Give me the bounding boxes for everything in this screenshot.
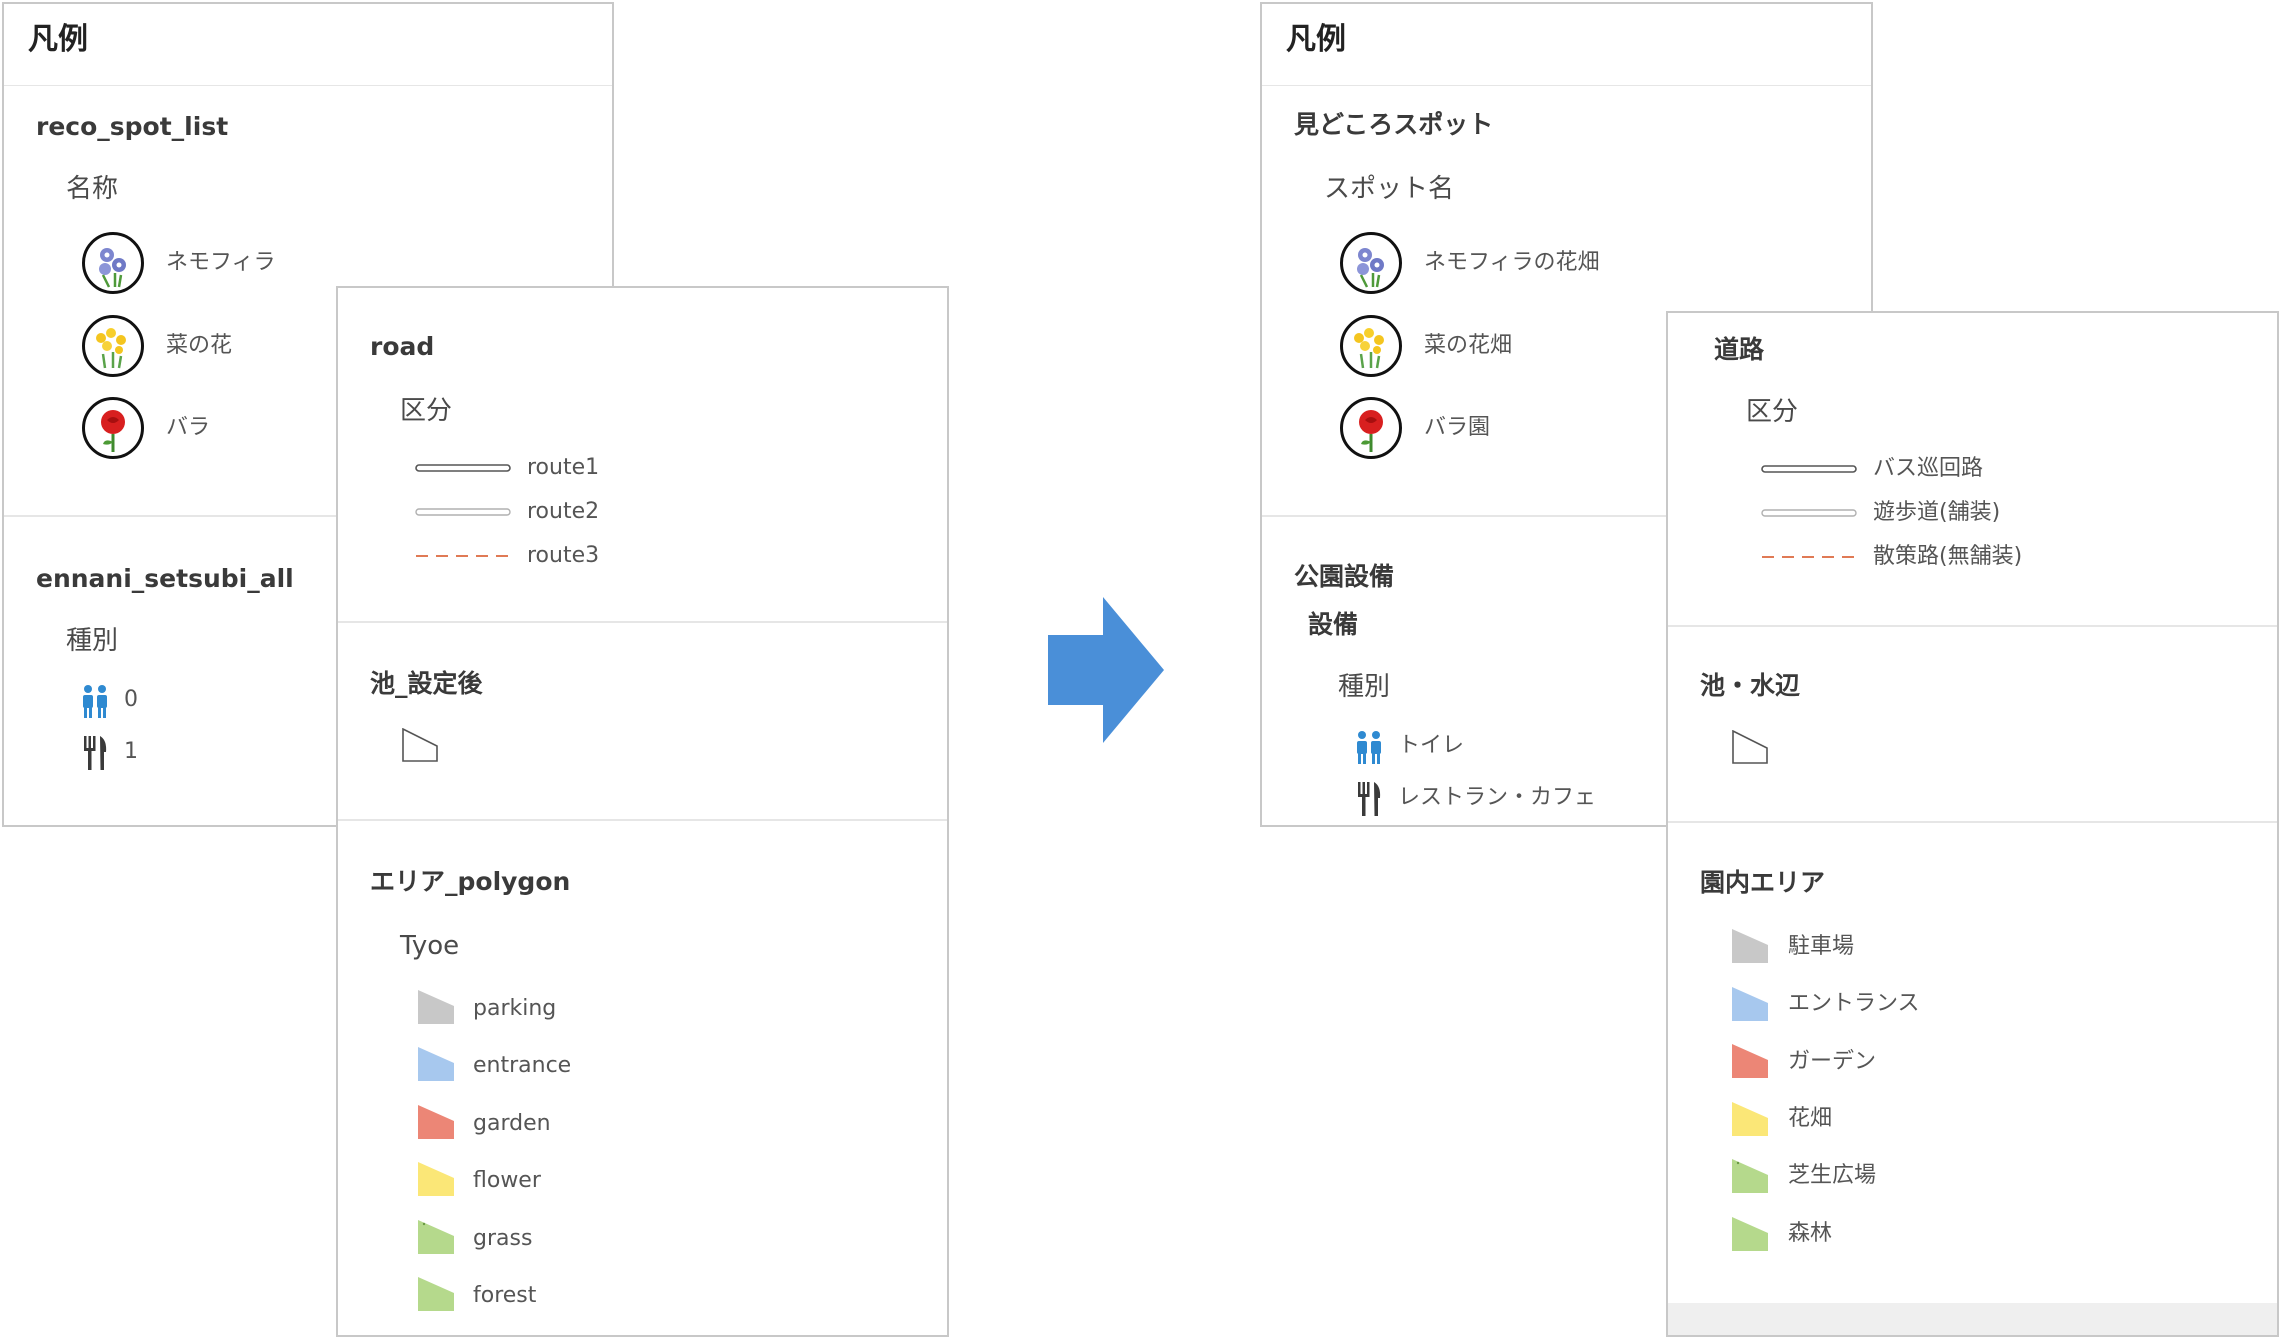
divider	[1668, 821, 2277, 823]
garden-swatch-icon	[1732, 1044, 1768, 1078]
grass-swatch-icon	[1732, 1159, 1768, 1193]
dashed-line-icon	[1762, 556, 1856, 558]
arrow-right-icon	[1048, 597, 1164, 743]
facility-sublayer-title: 設備	[1308, 610, 1359, 639]
road-field-label: 区分	[400, 396, 453, 426]
area-item-label: flower	[473, 1168, 541, 1193]
rose-icon	[1340, 397, 1402, 459]
flower-swatch-icon	[418, 1162, 454, 1196]
spot-item-label: ネモフィラの花畑	[1424, 250, 1600, 275]
facility-field-label: 種別	[1338, 672, 1391, 702]
restroom-icon	[1354, 730, 1384, 768]
entrance-swatch-icon	[1732, 987, 1768, 1021]
road-layer-title: road	[370, 332, 435, 361]
area-layer-title: エリア_polygon	[370, 867, 571, 896]
dashed-line-icon	[416, 555, 510, 557]
spot-field-label: 名称	[66, 174, 119, 204]
scroll-footer	[1668, 1303, 2277, 1335]
area-item-label: 芝生広場	[1788, 1163, 1877, 1188]
restroom-icon	[80, 684, 110, 722]
restaurant-icon	[1356, 782, 1382, 820]
flower-swatch-icon	[1732, 1102, 1768, 1136]
facility-layer-title: ennani_setsubi_all	[36, 564, 294, 593]
pond-layer-title: 池・水辺	[1700, 671, 1801, 700]
nemophila-icon	[1340, 232, 1402, 294]
area-item-label: garden	[473, 1111, 551, 1136]
divider	[338, 621, 947, 623]
road-layer-title: 道路	[1714, 335, 1765, 364]
entrance-swatch-icon	[418, 1047, 454, 1081]
spot-layer-title: reco_spot_list	[36, 112, 229, 141]
area-item-label: 森林	[1788, 1221, 1833, 1246]
facility-layer-title: 公園設備	[1294, 562, 1395, 591]
spot-item-label: 菜の花畑	[1424, 333, 1513, 358]
area-item-label: 駐車場	[1788, 934, 1855, 959]
area-layer-title: 園内エリア	[1700, 868, 1826, 897]
restaurant-icon	[82, 736, 108, 774]
pond-polygon-icon	[402, 728, 438, 762]
garden-swatch-icon	[418, 1105, 454, 1139]
layer-panel-after: 道路 区分 バス巡回路 遊歩道(舗装) 散策路(無舗装) 池・水辺 園内エリア …	[1666, 311, 2279, 1337]
facility-item-label: 1	[124, 739, 138, 764]
forest-swatch-icon	[1732, 1217, 1768, 1251]
rose-icon	[82, 397, 144, 459]
double-line-icon	[1761, 465, 1857, 473]
pond-polygon-icon	[1732, 730, 1768, 764]
area-item-label: forest	[473, 1283, 537, 1308]
rapeseed-flower-icon	[82, 315, 144, 377]
area-item-label: entrance	[473, 1053, 572, 1078]
divider	[1668, 625, 2277, 627]
grass-swatch-icon	[418, 1220, 454, 1254]
parking-swatch-icon	[418, 990, 454, 1024]
area-item-label: 花畑	[1788, 1106, 1833, 1131]
double-line-icon	[415, 464, 511, 472]
facility-field-label: 種別	[66, 626, 119, 656]
area-field-label: Tyoe	[400, 931, 460, 961]
area-item-label: エントランス	[1788, 991, 1920, 1016]
facility-item-label: トイレ	[1398, 733, 1465, 758]
spot-item-label: 菜の花	[166, 333, 233, 358]
forest-swatch-icon	[418, 1277, 454, 1311]
layer-panel-before: road 区分 route1 route2 route3 池_設定後 エリア_p…	[336, 286, 949, 1337]
road-item-label: バス巡回路	[1873, 456, 1984, 481]
legend-title: 凡例	[1286, 22, 1346, 57]
rapeseed-flower-icon	[1340, 315, 1402, 377]
spot-item-label: バラ園	[1424, 415, 1491, 440]
road-item-label: route3	[527, 543, 600, 568]
road-item-label: route2	[527, 499, 600, 524]
road-item-label: route1	[527, 455, 600, 480]
facility-item-label: 0	[124, 687, 138, 712]
light-line-icon	[1761, 509, 1857, 517]
divider	[338, 819, 947, 821]
spot-item-label: ネモフィラ	[166, 250, 276, 275]
legend-header: 凡例	[4, 4, 612, 86]
area-item-label: ガーデン	[1788, 1049, 1877, 1074]
road-item-label: 遊歩道(舗装)	[1873, 500, 2001, 525]
spot-layer-title: 見どころスポット	[1294, 110, 1494, 139]
road-item-label: 散策路(無舗装)	[1873, 544, 2023, 569]
area-item-label: grass	[473, 1226, 533, 1251]
parking-swatch-icon	[1732, 929, 1768, 963]
nemophila-icon	[82, 232, 144, 294]
facility-item-label: レストラン・カフェ	[1398, 785, 1597, 810]
legend-title: 凡例	[28, 22, 88, 57]
legend-header: 凡例	[1262, 4, 1871, 86]
pond-layer-title: 池_設定後	[370, 669, 483, 698]
spot-field-label: スポット名	[1324, 174, 1455, 204]
road-field-label: 区分	[1746, 397, 1799, 427]
area-item-label: parking	[473, 996, 557, 1021]
light-line-icon	[415, 508, 511, 516]
spot-item-label: バラ	[166, 415, 211, 440]
